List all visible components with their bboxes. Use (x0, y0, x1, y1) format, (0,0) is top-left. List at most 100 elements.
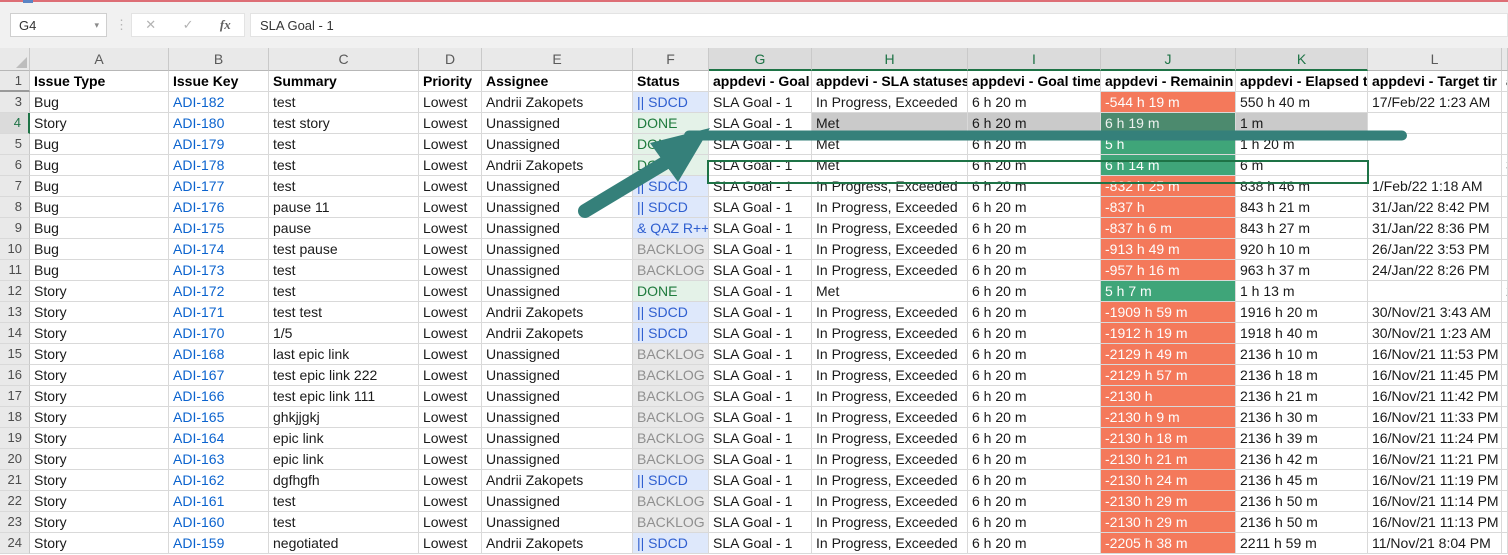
cell-M17[interactable] (1502, 386, 1508, 407)
row-header-16[interactable]: 16 (0, 365, 30, 386)
col-header-D[interactable]: D (419, 48, 482, 71)
cell-C19[interactable]: epic link (269, 428, 419, 449)
row-header-4[interactable]: 4 (0, 113, 30, 134)
cell-E15[interactable]: Unassigned (482, 344, 633, 365)
insert-function-icon[interactable]: fx (220, 17, 231, 33)
col-header-L[interactable]: L (1368, 48, 1502, 71)
cell-L6[interactable] (1368, 155, 1502, 176)
cell-E14[interactable]: Andrii Zakopets (482, 323, 633, 344)
cell-D7[interactable]: Lowest (419, 176, 482, 197)
cell-B9[interactable]: ADI-175 (169, 218, 269, 239)
cell-J12[interactable]: 5 h 7 m (1101, 281, 1236, 302)
cell-I19[interactable]: 6 h 20 m (968, 428, 1101, 449)
cell-D21[interactable]: Lowest (419, 470, 482, 491)
cell-E21[interactable]: Andrii Zakopets (482, 470, 633, 491)
row-header-5[interactable]: 5 (0, 134, 30, 155)
cell-M6[interactable]: 3 (1502, 155, 1508, 176)
cell-D18[interactable]: Lowest (419, 407, 482, 428)
cell-F3[interactable]: || SDCD (633, 92, 709, 113)
cell-K22[interactable]: 2136 h 50 m (1236, 491, 1368, 512)
cell-B6[interactable]: ADI-178 (169, 155, 269, 176)
cell-L8[interactable]: 31/Jan/22 8:42 PM (1368, 197, 1502, 218)
cell-E16[interactable]: Unassigned (482, 365, 633, 386)
row-header-20[interactable]: 20 (0, 449, 30, 470)
cell-B16[interactable]: ADI-167 (169, 365, 269, 386)
cell-F9[interactable]: & QAZ R++ (633, 218, 709, 239)
cell-D3[interactable]: Lowest (419, 92, 482, 113)
col-header-m-sliver[interactable] (1502, 48, 1508, 71)
cell-D23[interactable]: Lowest (419, 512, 482, 533)
cell-E4[interactable]: Unassigned (482, 113, 633, 134)
cell-K11[interactable]: 963 h 37 m (1236, 260, 1368, 281)
header-C[interactable]: Summary (269, 71, 419, 92)
cell-E9[interactable]: Unassigned (482, 218, 633, 239)
cell-J16[interactable]: -2129 h 57 m (1101, 365, 1236, 386)
cell-K18[interactable]: 2136 h 30 m (1236, 407, 1368, 428)
cell-C12[interactable]: test (269, 281, 419, 302)
cell-I4[interactable]: 6 h 20 m (968, 113, 1101, 134)
cell-G15[interactable]: SLA Goal - 1 (709, 344, 812, 365)
cell-A15[interactable]: Story (30, 344, 169, 365)
cell-H18[interactable]: In Progress, Exceeded (812, 407, 968, 428)
cell-J10[interactable]: -913 h 49 m (1101, 239, 1236, 260)
cell-G5[interactable]: SLA Goal - 1 (709, 134, 812, 155)
cell-I15[interactable]: 6 h 20 m (968, 344, 1101, 365)
cell-F16[interactable]: BACKLOG (633, 365, 709, 386)
cell-A4[interactable]: Story (30, 113, 169, 134)
cell-K21[interactable]: 2136 h 45 m (1236, 470, 1368, 491)
cell-L18[interactable]: 16/Nov/21 11:33 PM (1368, 407, 1502, 428)
cell-D5[interactable]: Lowest (419, 134, 482, 155)
cell-C22[interactable]: test (269, 491, 419, 512)
col-header-I[interactable]: I (968, 48, 1101, 71)
cell-A7[interactable]: Bug (30, 176, 169, 197)
cell-E10[interactable]: Unassigned (482, 239, 633, 260)
cell-J19[interactable]: -2130 h 18 m (1101, 428, 1236, 449)
cell-I7[interactable]: 6 h 20 m (968, 176, 1101, 197)
cell-G13[interactable]: SLA Goal - 1 (709, 302, 812, 323)
cell-M19[interactable] (1502, 428, 1508, 449)
cell-D6[interactable]: Lowest (419, 155, 482, 176)
row-header-1[interactable]: 1 (0, 71, 30, 92)
header-F[interactable]: Status (633, 71, 709, 92)
cell-A14[interactable]: Story (30, 323, 169, 344)
cell-M20[interactable] (1502, 449, 1508, 470)
cell-C8[interactable]: pause 11 (269, 197, 419, 218)
cell-C11[interactable]: test (269, 260, 419, 281)
cell-B12[interactable]: ADI-172 (169, 281, 269, 302)
cell-E11[interactable]: Unassigned (482, 260, 633, 281)
cell-L15[interactable]: 16/Nov/21 11:53 PM (1368, 344, 1502, 365)
cell-F13[interactable]: || SDCD (633, 302, 709, 323)
cell-E5[interactable]: Unassigned (482, 134, 633, 155)
cell-L17[interactable]: 16/Nov/21 11:42 PM (1368, 386, 1502, 407)
cell-L23[interactable]: 16/Nov/21 11:13 PM (1368, 512, 1502, 533)
cell-H12[interactable]: Met (812, 281, 968, 302)
cancel-icon[interactable]: ✕ (145, 17, 156, 33)
cell-A23[interactable]: Story (30, 512, 169, 533)
cell-J7[interactable]: -832 h 25 m (1101, 176, 1236, 197)
row-header-10[interactable]: 10 (0, 239, 30, 260)
cell-J22[interactable]: -2130 h 29 m (1101, 491, 1236, 512)
row-header-17[interactable]: 17 (0, 386, 30, 407)
cell-G17[interactable]: SLA Goal - 1 (709, 386, 812, 407)
cell-J24[interactable]: -2205 h 38 m (1101, 533, 1236, 554)
cell-K8[interactable]: 843 h 21 m (1236, 197, 1368, 218)
cell-M4[interactable]: 1 (1502, 113, 1508, 134)
cell-M18[interactable] (1502, 407, 1508, 428)
row-header-13[interactable]: 13 (0, 302, 30, 323)
header-A[interactable]: Issue Type (30, 71, 169, 92)
cell-M13[interactable] (1502, 302, 1508, 323)
cell-L20[interactable]: 16/Nov/21 11:21 PM (1368, 449, 1502, 470)
cell-K5[interactable]: 1 h 20 m (1236, 134, 1368, 155)
cell-G24[interactable]: SLA Goal - 1 (709, 533, 812, 554)
cell-B4[interactable]: ADI-180 (169, 113, 269, 134)
row-header-23[interactable]: 23 (0, 512, 30, 533)
cell-I24[interactable]: 6 h 20 m (968, 533, 1101, 554)
col-header-F[interactable]: F (633, 48, 709, 71)
cell-M22[interactable] (1502, 491, 1508, 512)
cell-E8[interactable]: Unassigned (482, 197, 633, 218)
cell-D14[interactable]: Lowest (419, 323, 482, 344)
cell-H19[interactable]: In Progress, Exceeded (812, 428, 968, 449)
cell-I9[interactable]: 6 h 20 m (968, 218, 1101, 239)
cell-E7[interactable]: Unassigned (482, 176, 633, 197)
cell-I16[interactable]: 6 h 20 m (968, 365, 1101, 386)
